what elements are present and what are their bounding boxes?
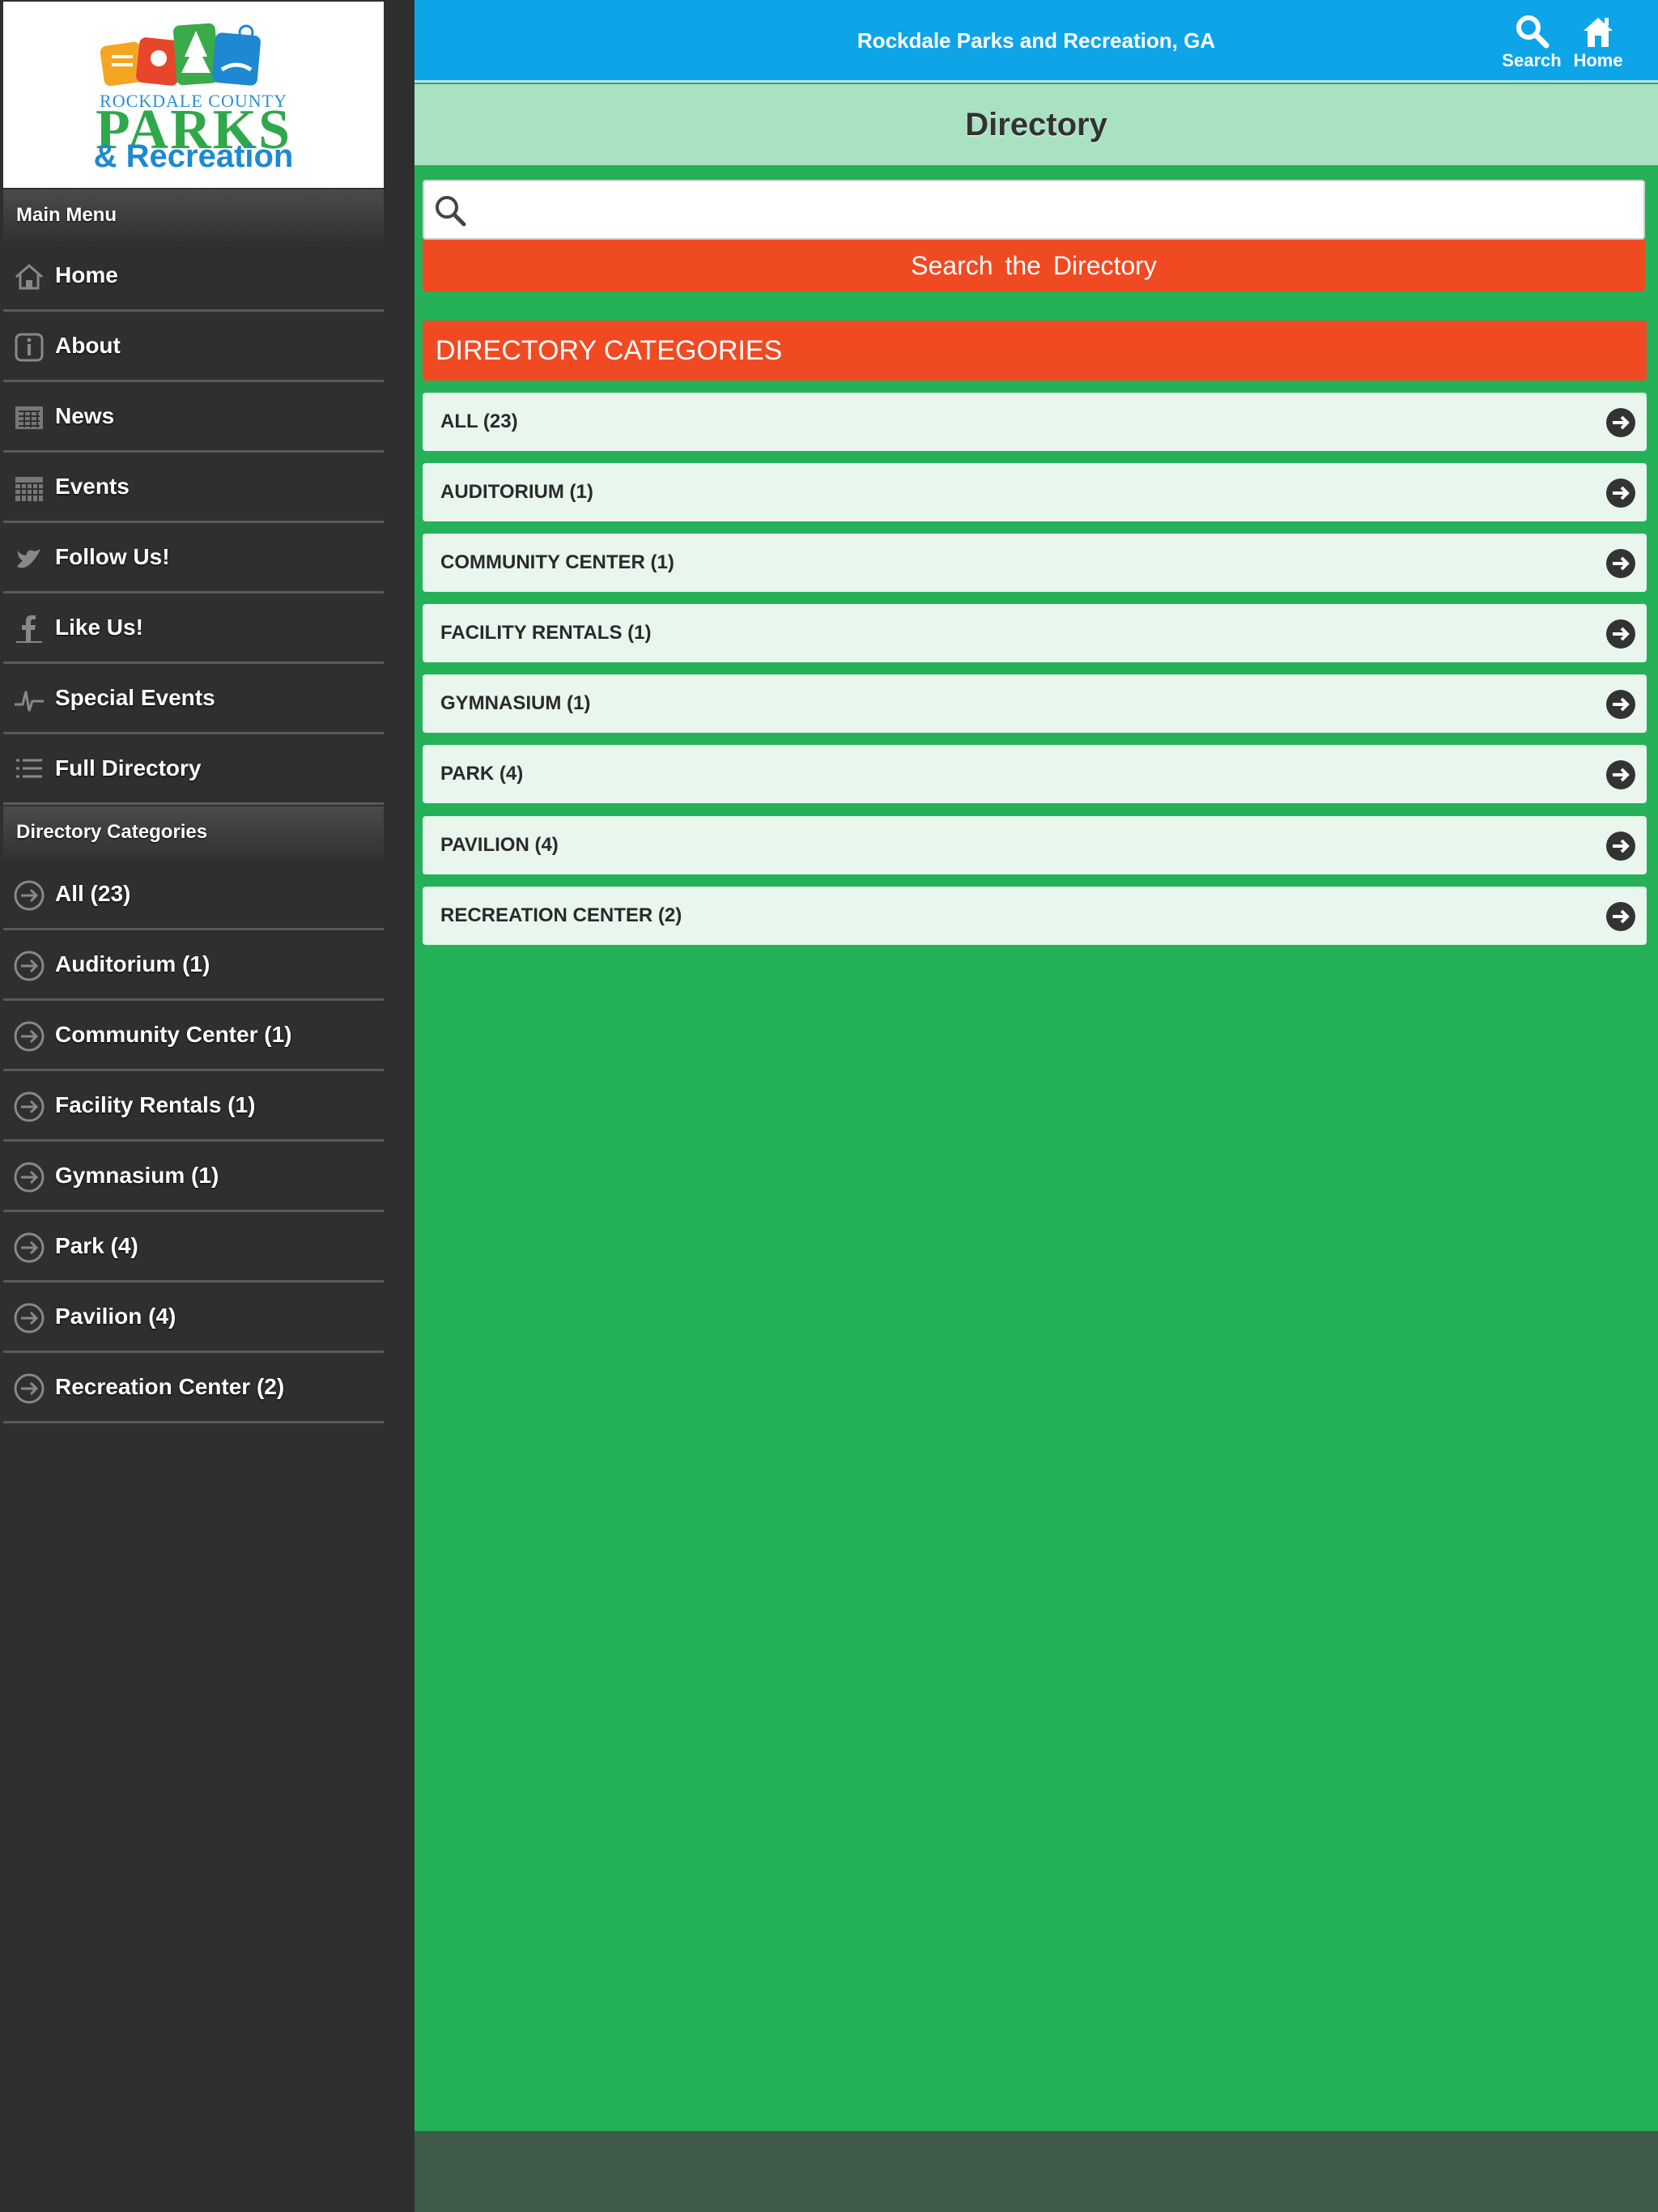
twitter-icon (17, 549, 40, 568)
category-row-pavilion[interactable]: PAVILION (4) (423, 816, 1647, 874)
sidebar-item-label: All (23) (55, 881, 131, 906)
directory-categories-heading: Directory Categories (3, 806, 384, 858)
arrow-circle-icon (14, 1373, 45, 1404)
sidebar-item-news[interactable]: News (3, 382, 384, 453)
arrow-right-circle-icon (1606, 549, 1635, 578)
sidebar-item-home[interactable]: Home (3, 241, 384, 312)
sidebar-item-label: News (55, 403, 115, 428)
page-title: Directory (965, 107, 1107, 143)
arrow-right-circle-icon (1606, 902, 1635, 931)
search-box (423, 180, 1645, 240)
sidebar-item-label: Home (55, 262, 118, 287)
category-row-facility-rentals[interactable]: FACILITY RENTALS (1) (423, 604, 1647, 662)
newspaper-icon (15, 406, 43, 429)
calendar-icon (15, 477, 43, 501)
main-content: Rockdale Parks and Recreation, GA Search… (414, 0, 1658, 2212)
sidebar-item-label: Pavilion (4) (55, 1304, 176, 1329)
category-row-gymnasium[interactable]: GYMNASIUM (1) (423, 674, 1647, 733)
sidebar-item-label: Park (4) (55, 1233, 138, 1258)
category-row-auditorium[interactable]: AUDITORIUM (1) (423, 463, 1647, 521)
sidebar-item-label: Events (55, 474, 130, 499)
info-icon (15, 333, 44, 362)
home-icon (15, 264, 43, 290)
category-label: ALL (23) (440, 410, 518, 432)
arrow-circle-icon (14, 1162, 45, 1193)
sidebar-item-label: Community Center (1) (55, 1022, 292, 1047)
home-icon (1584, 18, 1613, 47)
page-heading-bar: Directory (414, 84, 1658, 165)
category-label: COMMUNITY CENTER (1) (440, 551, 674, 573)
category-label: PAVILION (4) (440, 834, 559, 856)
sidebar-category-gymnasium[interactable]: Gymnasium (1) (3, 1142, 384, 1212)
home-button-label: Home (1573, 50, 1623, 70)
arrow-circle-icon (14, 1303, 45, 1334)
category-row-all[interactable]: ALL (23) (423, 393, 1647, 451)
arrow-right-circle-icon (1606, 408, 1635, 437)
sidebar-item-label: Auditorium (1) (55, 951, 210, 976)
pulse-icon (15, 691, 44, 712)
arrow-circle-icon (14, 951, 45, 981)
list-icon (16, 759, 42, 778)
arrow-right-circle-icon (1606, 479, 1635, 508)
search-icon (1516, 15, 1550, 49)
sidebar-category-park[interactable]: Park (4) (3, 1212, 384, 1283)
sidebar-category-community-center[interactable]: Community Center (1) (3, 1001, 384, 1071)
sidebar-item-full-directory[interactable]: Full Directory (3, 734, 384, 805)
sidebar-category-facility-rentals[interactable]: Facility Rentals (1) (3, 1071, 384, 1142)
category-label: RECREATION CENTER (2) (440, 904, 682, 926)
sidebar-item-label: Like Us! (55, 615, 143, 640)
home-button-top[interactable]: Home (1566, 13, 1630, 71)
sidebar-category-auditorium[interactable]: Auditorium (1) (3, 930, 384, 1001)
sidebar-category-recreation-center[interactable]: Recreation Center (2) (3, 1353, 384, 1423)
sidebar-item-label: Recreation Center (2) (55, 1374, 285, 1399)
sidebar-category-pavilion[interactable]: Pavilion (4) (3, 1283, 384, 1353)
category-label: AUDITORIUM (1) (440, 481, 593, 503)
logo-recreation-text: & Recreation (93, 138, 294, 174)
search-button-label: Search (1502, 50, 1562, 70)
app-title: Rockdale Parks and Recreation, GA (857, 28, 1216, 53)
main-menu-heading: Main Menu (3, 189, 384, 241)
sidebar-category-all[interactable]: All (23) (3, 860, 384, 930)
logo: ROCKDALE COUNTY PARKS & Recreation (3, 2, 384, 188)
arrow-right-circle-icon (1606, 619, 1635, 649)
facebook-icon (16, 615, 42, 643)
sidebar-item-follow-us[interactable]: Follow Us! (3, 523, 384, 593)
arrow-right-circle-icon (1606, 832, 1635, 861)
footer-bar (414, 2131, 1658, 2212)
category-label: GYMNASIUM (1) (440, 692, 591, 714)
category-row-park[interactable]: PARK (4) (423, 745, 1647, 803)
arrow-circle-icon (14, 1021, 45, 1052)
arrow-right-circle-icon (1606, 690, 1635, 719)
top-bar: Rockdale Parks and Recreation, GA Search… (414, 0, 1658, 83)
category-row-community-center[interactable]: COMMUNITY CENTER (1) (423, 534, 1647, 592)
sidebar-item-label: Full Directory (55, 755, 202, 781)
sidebar: ROCKDALE COUNTY PARKS & Recreation Main … (0, 0, 414, 2212)
category-label: FACILITY RENTALS (1) (440, 622, 652, 644)
sidebar-item-label: Special Events (55, 685, 215, 710)
arrow-circle-icon (14, 1091, 45, 1122)
sidebar-item-events[interactable]: Events (3, 453, 384, 523)
category-label: PARK (4) (440, 763, 524, 785)
sidebar-item-label: Facility Rentals (1) (55, 1092, 256, 1117)
search-icon (436, 196, 466, 227)
arrow-circle-icon (14, 1232, 45, 1263)
directory-categories-header: DIRECTORY CATEGORIES (423, 321, 1647, 381)
sidebar-item-like-us[interactable]: Like Us! (3, 593, 384, 664)
arrow-right-circle-icon (1606, 760, 1635, 789)
sidebar-item-about[interactable]: About (3, 312, 384, 382)
search-directory-button[interactable]: Search the Directory (423, 240, 1645, 291)
arrow-circle-icon (14, 880, 45, 911)
sidebar-item-special-events[interactable]: Special Events (3, 664, 384, 734)
sidebar-item-label: About (55, 333, 121, 358)
sidebar-item-label: Gymnasium (1) (55, 1163, 219, 1188)
sidebar-item-label: Follow Us! (55, 544, 170, 569)
category-row-recreation-center[interactable]: RECREATION CENTER (2) (423, 887, 1647, 945)
search-button-top[interactable]: Search (1499, 13, 1564, 71)
search-input[interactable] (476, 185, 1634, 235)
